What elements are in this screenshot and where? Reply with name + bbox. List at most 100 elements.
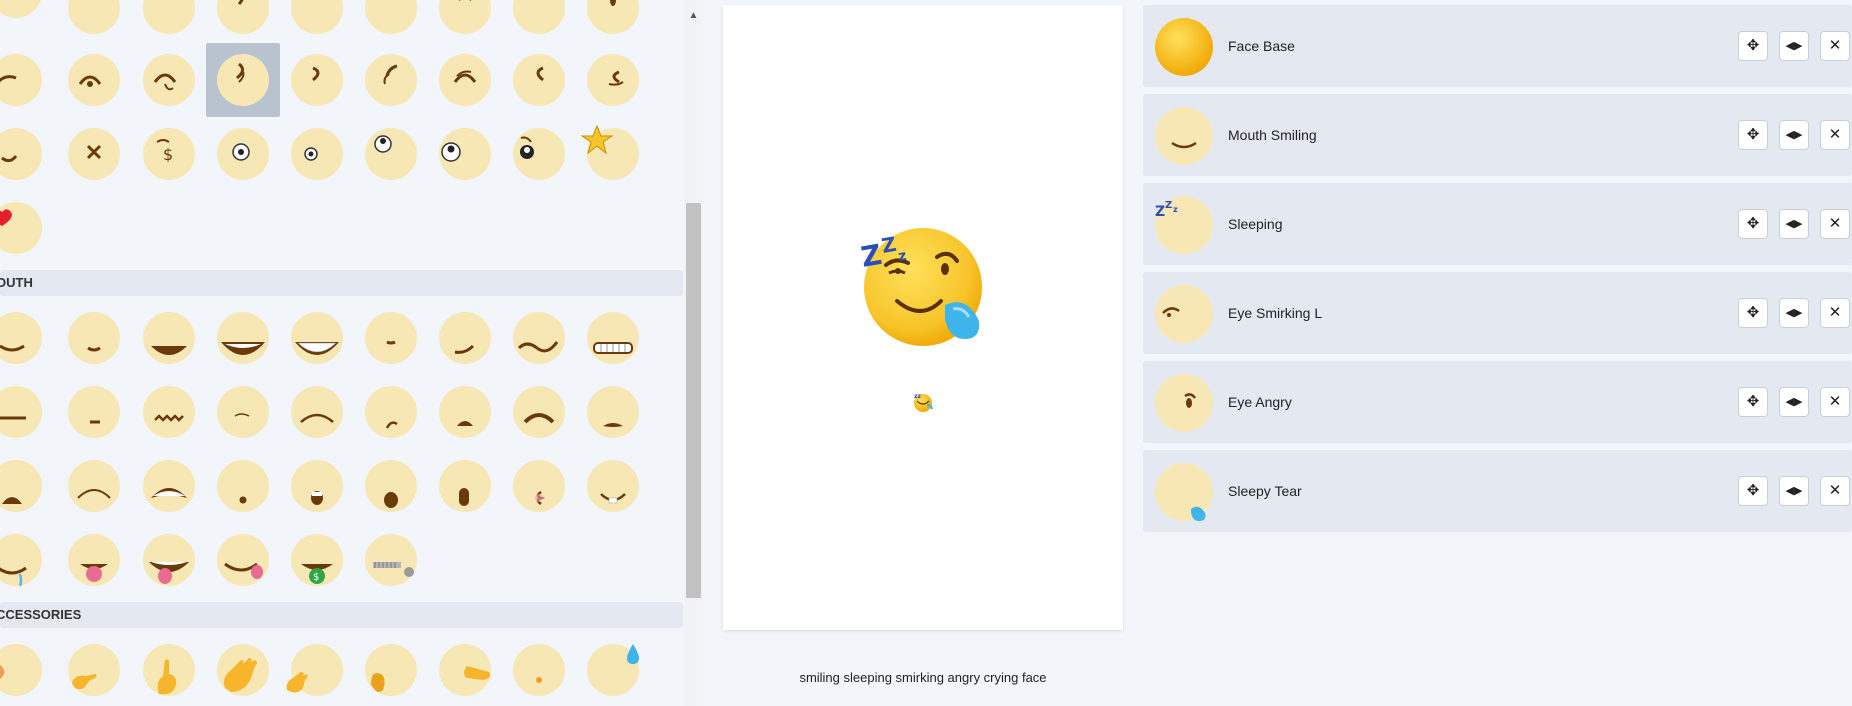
emoji-canvas[interactable]: Z Z z zz xyxy=(723,5,1123,630)
part-eye[interactable] xyxy=(365,0,417,34)
part-mouth[interactable] xyxy=(68,460,120,512)
part-mouth[interactable] xyxy=(217,460,269,512)
part-accessory-hand[interactable] xyxy=(217,644,269,696)
move-layer-button[interactable]: ✥ xyxy=(1738,31,1768,61)
picker-scrollbar-thumb[interactable] xyxy=(686,203,701,598)
part-mouth[interactable] xyxy=(365,386,417,438)
layer-row-mouth-smiling[interactable]: Mouth Smiling ✥ ◀▶ ✕ xyxy=(1143,94,1852,176)
part-accessory[interactable] xyxy=(0,644,42,696)
part-mouth[interactable] xyxy=(587,460,639,512)
remove-layer-button[interactable]: ✕ xyxy=(1820,120,1850,150)
part-eye[interactable] xyxy=(0,54,42,106)
scroll-up-arrow-icon[interactable]: ▲ xyxy=(684,8,703,24)
flip-layer-button[interactable]: ◀▶ xyxy=(1779,209,1809,239)
part-accessory-hand[interactable] xyxy=(286,644,343,696)
part-eye[interactable] xyxy=(143,0,195,34)
part-mouth[interactable] xyxy=(513,312,565,364)
part-mouth[interactable] xyxy=(439,312,491,364)
layer-row-face-base[interactable]: Face Base ✥ ◀▶ ✕ xyxy=(1143,5,1852,87)
part-mouth-tongue-grin[interactable] xyxy=(143,534,195,586)
part-eye[interactable] xyxy=(291,54,343,106)
part-eye[interactable] xyxy=(0,128,42,180)
remove-layer-button[interactable]: ✕ xyxy=(1820,31,1850,61)
part-mouth-money[interactable]: $ xyxy=(291,534,343,586)
part-eye-round-big[interactable] xyxy=(439,128,491,180)
move-layer-button[interactable]: ✥ xyxy=(1738,209,1768,239)
part-mouth[interactable] xyxy=(513,460,565,512)
part-accessory-hand[interactable] xyxy=(365,644,417,696)
part-mouth[interactable] xyxy=(291,312,343,364)
part-eye-small[interactable] xyxy=(291,128,343,180)
part-accessory-hand[interactable] xyxy=(68,644,120,696)
flip-layer-button[interactable]: ◀▶ xyxy=(1779,387,1809,417)
part-eye[interactable] xyxy=(291,0,343,34)
part-mouth[interactable] xyxy=(439,386,491,438)
part-mouth[interactable] xyxy=(217,386,269,438)
part-eye[interactable] xyxy=(217,0,269,34)
layer-row-eye-angry[interactable]: Eye Angry ✥ ◀▶ ✕ xyxy=(1143,361,1852,443)
part-eye-woozy[interactable] xyxy=(513,128,565,180)
section-header-mouth: OUTH xyxy=(0,270,683,296)
part-eye-round-up[interactable] xyxy=(365,128,417,180)
move-layer-button[interactable]: ✥ xyxy=(1738,298,1768,328)
part-eye[interactable] xyxy=(513,0,565,34)
part-mouth[interactable] xyxy=(143,312,195,364)
part-eye[interactable] xyxy=(143,54,195,106)
part-accessory-hand[interactable] xyxy=(439,644,491,696)
part-mouth[interactable] xyxy=(217,312,269,364)
part-eye[interactable] xyxy=(587,54,639,106)
part-mouth[interactable] xyxy=(143,386,195,438)
part-mouth-drool[interactable] xyxy=(0,534,42,587)
part-accessory[interactable] xyxy=(513,644,565,696)
part-mouth[interactable] xyxy=(68,312,120,364)
remove-layer-button[interactable]: ✕ xyxy=(1820,209,1850,239)
part-eye[interactable] xyxy=(0,0,42,18)
part-eye[interactable] xyxy=(365,54,417,106)
remove-layer-button[interactable]: ✕ xyxy=(1820,298,1850,328)
part-mouth[interactable] xyxy=(291,460,343,512)
part-mouth[interactable] xyxy=(587,312,639,364)
part-mouth-zipper[interactable] xyxy=(365,534,417,586)
flip-layer-button[interactable]: ◀▶ xyxy=(1779,298,1809,328)
part-mouth[interactable] xyxy=(143,460,195,512)
part-eye[interactable] xyxy=(68,54,120,106)
part-accessory-hand[interactable] xyxy=(143,644,195,696)
part-eye[interactable] xyxy=(439,54,491,106)
flip-layer-button[interactable]: ◀▶ xyxy=(1779,120,1809,150)
part-eye[interactable] xyxy=(68,0,120,34)
part-mouth-tongue-side[interactable] xyxy=(217,534,269,586)
part-accessory-sweat[interactable] xyxy=(587,644,639,696)
part-mouth[interactable] xyxy=(291,386,343,438)
layer-row-sleepy-tear[interactable]: Sleepy Tear ✥ ◀▶ ✕ xyxy=(1143,450,1852,532)
remove-layer-button[interactable]: ✕ xyxy=(1820,476,1850,506)
part-mouth[interactable] xyxy=(0,386,42,438)
part-eye-heart[interactable] xyxy=(0,202,42,254)
parts-picker: $ OUTH $ CCESSORIES xyxy=(0,0,684,706)
part-eye-dollar[interactable]: $ xyxy=(143,128,195,180)
move-layer-button[interactable]: ✥ xyxy=(1738,476,1768,506)
part-eye[interactable] xyxy=(513,54,565,106)
move-layer-button[interactable]: ✥ xyxy=(1738,120,1768,150)
move-layer-button[interactable]: ✥ xyxy=(1738,387,1768,417)
part-eye-round[interactable] xyxy=(217,128,269,180)
part-mouth[interactable] xyxy=(365,312,417,364)
part-eye-star[interactable] xyxy=(580,124,639,180)
part-mouth[interactable] xyxy=(587,386,639,438)
part-mouth[interactable] xyxy=(68,386,120,438)
layer-row-eye-smirking-l[interactable]: Eye Smirking L ✥ ◀▶ ✕ xyxy=(1143,272,1852,354)
flip-layer-button[interactable]: ◀▶ xyxy=(1779,476,1809,506)
layer-row-sleeping[interactable]: Z Z z Sleeping ✥ ◀▶ ✕ xyxy=(1143,183,1852,265)
part-mouth[interactable] xyxy=(365,460,417,512)
remove-layer-button[interactable]: ✕ xyxy=(1820,387,1850,417)
part-mouth[interactable] xyxy=(439,460,491,512)
flip-layer-button[interactable]: ◀▶ xyxy=(1779,31,1809,61)
part-mouth-tongue[interactable] xyxy=(68,534,120,586)
part-eye[interactable] xyxy=(439,0,491,34)
part-eye-x[interactable] xyxy=(68,128,120,180)
part-mouth[interactable] xyxy=(0,312,42,364)
layer-label: Eye Smirking L xyxy=(1228,305,1323,321)
part-eye[interactable] xyxy=(587,0,639,34)
part-mouth[interactable] xyxy=(0,460,42,512)
part-eye[interactable] xyxy=(217,54,269,106)
part-mouth[interactable] xyxy=(513,386,565,438)
